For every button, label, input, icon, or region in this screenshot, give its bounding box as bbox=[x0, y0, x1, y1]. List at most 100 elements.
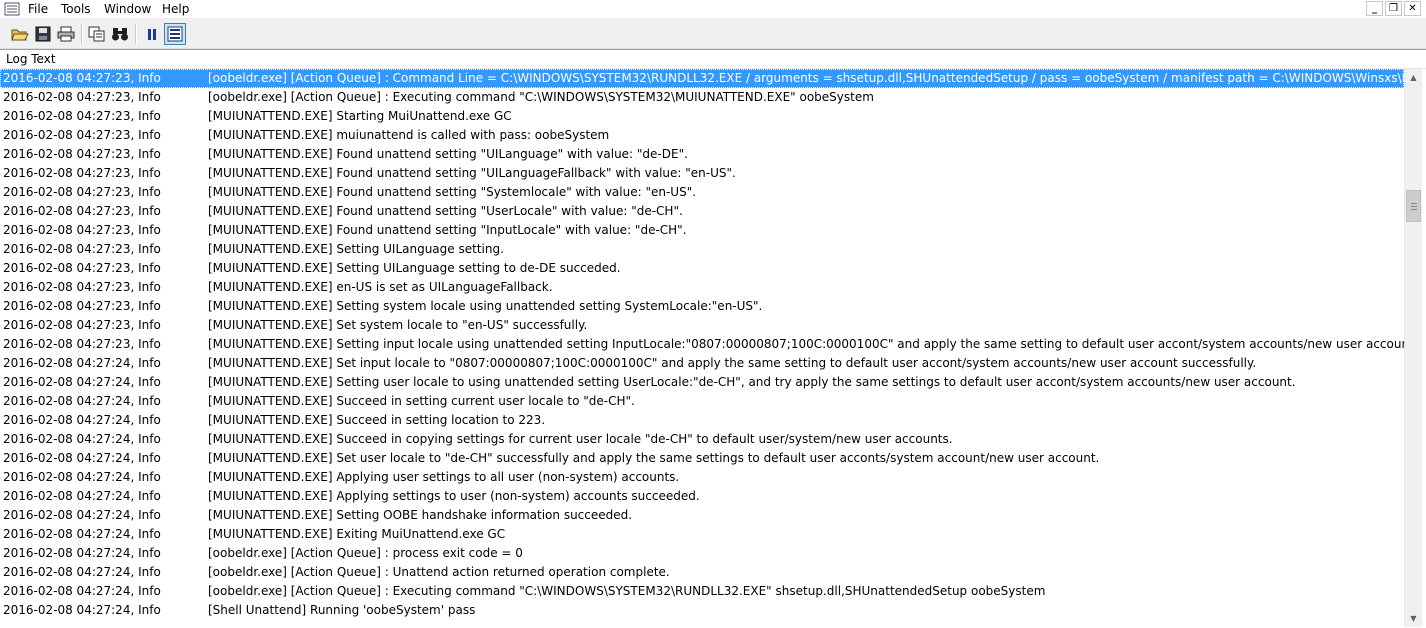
log-row-text: [MUIUNATTEND.EXE] Applying settings to u… bbox=[208, 489, 700, 503]
log-row-timestamp: 2016-02-08 04:27:24, Info bbox=[3, 356, 161, 370]
log-row-text: [oobeldr.exe] [Action Queue] : Command L… bbox=[208, 71, 1404, 85]
log-row-timestamp: 2016-02-08 04:27:24, Info bbox=[3, 546, 161, 560]
log-row-text: [oobeldr.exe] [Action Queue] : process e… bbox=[208, 546, 523, 560]
log-row[interactable]: 2016-02-08 04:27:23, Info [MUIUNATTEND.EX… bbox=[0, 145, 1404, 164]
log-row[interactable]: 2016-02-08 04:27:23, Info [oobeldr.exe] [… bbox=[0, 69, 1404, 88]
find-binoculars-icon[interactable] bbox=[109, 23, 131, 45]
log-row-text: [MUIUNATTEND.EXE] Setting OOBE handshake… bbox=[208, 508, 633, 522]
log-row[interactable]: 2016-02-08 04:27:23, Info [MUIUNATTEND.EX… bbox=[0, 259, 1404, 278]
log-row[interactable]: 2016-02-08 04:27:23, Info [MUIUNATTEND.EX… bbox=[0, 126, 1404, 145]
scrollbar-thumb[interactable] bbox=[1406, 190, 1421, 222]
log-row-timestamp: 2016-02-08 04:27:23, Info bbox=[3, 147, 161, 161]
app-log-icon bbox=[4, 2, 20, 16]
log-row-timestamp: 2016-02-08 04:27:23, Info bbox=[3, 109, 161, 123]
log-row-timestamp: 2016-02-08 04:27:24, Info bbox=[3, 584, 161, 598]
log-row[interactable]: 2016-02-08 04:27:23, Info [MUIUNATTEND.EX… bbox=[0, 316, 1404, 335]
menu-window[interactable]: Window bbox=[101, 1, 154, 17]
log-row[interactable]: 2016-02-08 04:27:24, Info [MUIUNATTEND.EX… bbox=[0, 392, 1404, 411]
log-row-text: [MUIUNATTEND.EXE] Exiting MuiUnattend.ex… bbox=[208, 527, 506, 541]
log-row[interactable]: 2016-02-08 04:27:23, Info [MUIUNATTEND.EX… bbox=[0, 335, 1404, 354]
toolbar-separator bbox=[81, 24, 83, 44]
log-row-timestamp: 2016-02-08 04:27:23, Info bbox=[3, 204, 161, 218]
log-row-timestamp: 2016-02-08 04:27:24, Info bbox=[3, 565, 161, 579]
close-button[interactable]: ✕ bbox=[1404, 1, 1421, 16]
log-row-text: [MUIUNATTEND.EXE] Succeed in copying set… bbox=[208, 432, 953, 446]
log-row[interactable]: 2016-02-08 04:27:24, Info [oobeldr.exe] [… bbox=[0, 582, 1404, 601]
log-row[interactable]: 2016-02-08 04:27:24, Info [MUIUNATTEND.EX… bbox=[0, 487, 1404, 506]
column-header-log-text[interactable]: Log Text bbox=[0, 50, 1426, 69]
log-row-text: [MUIUNATTEND.EXE] Found unattend setting… bbox=[208, 204, 683, 218]
log-row[interactable]: 2016-02-08 04:27:24, Info [MUIUNATTEND.EX… bbox=[0, 354, 1404, 373]
log-row[interactable]: 2016-02-08 04:27:23, Info [MUIUNATTEND.EX… bbox=[0, 183, 1404, 202]
log-row[interactable]: 2016-02-08 04:27:23, Info [oobeldr.exe] [… bbox=[0, 88, 1404, 107]
log-row-text: [MUIUNATTEND.EXE] Succeed in setting cur… bbox=[208, 394, 635, 408]
restore-button[interactable]: ❐ bbox=[1385, 1, 1402, 16]
open-folder-icon[interactable] bbox=[9, 23, 31, 45]
log-row-timestamp: 2016-02-08 04:27:24, Info bbox=[3, 413, 161, 427]
log-row[interactable]: 2016-02-08 04:27:24, Info [MUIUNATTEND.EX… bbox=[0, 468, 1404, 487]
log-row-timestamp: 2016-02-08 04:27:24, Info bbox=[3, 451, 161, 465]
log-row-text: [MUIUNATTEND.EXE] muiunattend is called … bbox=[208, 128, 610, 142]
log-row-timestamp: 2016-02-08 04:27:24, Info bbox=[3, 508, 161, 522]
log-row[interactable]: 2016-02-08 04:27:23, Info [MUIUNATTEND.EX… bbox=[0, 202, 1404, 221]
log-row-timestamp: 2016-02-08 04:27:23, Info bbox=[3, 242, 161, 256]
log-row-timestamp: 2016-02-08 04:27:24, Info bbox=[3, 603, 161, 617]
log-row-text: [oobeldr.exe] [Action Queue] : Executing… bbox=[208, 584, 1046, 598]
copy-icon[interactable] bbox=[86, 23, 108, 45]
log-row[interactable]: 2016-02-08 04:27:23, Info [MUIUNATTEND.EX… bbox=[0, 164, 1404, 183]
log-row-timestamp: 2016-02-08 04:27:24, Info bbox=[3, 375, 161, 389]
log-row-timestamp: 2016-02-08 04:27:23, Info bbox=[3, 261, 161, 275]
toolbar bbox=[0, 19, 1426, 49]
log-row[interactable]: 2016-02-08 04:27:24, Info [MUIUNATTEND.EX… bbox=[0, 525, 1404, 544]
log-row-text: [MUIUNATTEND.EXE] Set user locale to "de… bbox=[208, 451, 1100, 465]
log-row-text: [MUIUNATTEND.EXE] Setting user locale to… bbox=[208, 375, 1296, 389]
log-row-text: [oobeldr.exe] [Action Queue] : Unattend … bbox=[208, 565, 670, 579]
log-row[interactable]: 2016-02-08 04:27:24, Info [MUIUNATTEND.EX… bbox=[0, 506, 1404, 525]
log-view-icon[interactable] bbox=[164, 23, 186, 45]
log-row[interactable]: 2016-02-08 04:27:24, Info [oobeldr.exe] [… bbox=[0, 563, 1404, 582]
log-row-timestamp: 2016-02-08 04:27:23, Info bbox=[3, 90, 161, 104]
log-row-timestamp: 2016-02-08 04:27:23, Info bbox=[3, 166, 161, 180]
log-row[interactable]: 2016-02-08 04:27:24, Info [MUIUNATTEND.EX… bbox=[0, 373, 1404, 392]
log-row-timestamp: 2016-02-08 04:27:23, Info bbox=[3, 185, 161, 199]
menu-tools[interactable]: Tools bbox=[58, 1, 94, 17]
minimize-button[interactable]: _ bbox=[1366, 1, 1383, 16]
scroll-down-arrow-icon[interactable]: ▼ bbox=[1405, 610, 1422, 627]
scroll-up-arrow-icon[interactable]: ▲ bbox=[1405, 69, 1422, 86]
log-row[interactable]: 2016-02-08 04:27:24, Info [MUIUNATTEND.EX… bbox=[0, 411, 1404, 430]
menu-bar: File Tools Window Help _ ❐ ✕ bbox=[0, 0, 1426, 19]
log-row-text: [MUIUNATTEND.EXE] Found unattend setting… bbox=[208, 166, 736, 180]
log-row-text: [MUIUNATTEND.EXE] Set system locale to "… bbox=[208, 318, 588, 332]
log-row[interactable]: 2016-02-08 04:27:23, Info [MUIUNATTEND.EX… bbox=[0, 297, 1404, 316]
log-row-text: [MUIUNATTEND.EXE] Succeed in setting loc… bbox=[208, 413, 546, 427]
log-row[interactable]: 2016-02-08 04:27:23, Info [MUIUNATTEND.EX… bbox=[0, 240, 1404, 259]
save-icon[interactable] bbox=[32, 23, 54, 45]
log-row-timestamp: 2016-02-08 04:27:23, Info bbox=[3, 223, 161, 237]
vertical-scrollbar[interactable]: ▲ ▼ bbox=[1404, 69, 1422, 627]
log-row[interactable]: 2016-02-08 04:27:23, Info [MUIUNATTEND.EX… bbox=[0, 221, 1404, 240]
log-row-text: [oobeldr.exe] [Action Queue] : Executing… bbox=[208, 90, 874, 104]
menu-file[interactable]: File bbox=[25, 1, 51, 17]
log-row[interactable]: 2016-02-08 04:27:24, Info [oobeldr.exe] [… bbox=[0, 544, 1404, 563]
log-row[interactable]: 2016-02-08 04:27:24, Info [Shell Unattend… bbox=[0, 601, 1404, 620]
log-row-text: [MUIUNATTEND.EXE] Found unattend setting… bbox=[208, 223, 687, 237]
log-row-timestamp: 2016-02-08 04:27:23, Info bbox=[3, 128, 161, 142]
log-row-timestamp: 2016-02-08 04:27:23, Info bbox=[3, 337, 161, 351]
log-row-text: [MUIUNATTEND.EXE] Setting system locale … bbox=[208, 299, 763, 313]
log-row[interactable]: 2016-02-08 04:27:24, Info [MUIUNATTEND.EX… bbox=[0, 430, 1404, 449]
log-row-text: [Shell Unattend] Running 'oobeSystem' pa… bbox=[208, 603, 476, 617]
toolbar-separator bbox=[135, 24, 137, 44]
menu-help[interactable]: Help bbox=[159, 1, 192, 17]
log-row-timestamp: 2016-02-08 04:27:23, Info bbox=[3, 318, 161, 332]
log-row[interactable]: 2016-02-08 04:27:24, Info [MUIUNATTEND.EX… bbox=[0, 449, 1404, 468]
log-row-text: [MUIUNATTEND.EXE] Setting UILanguage set… bbox=[208, 261, 621, 275]
log-list[interactable]: Log Text 2016-02-08 04:27:23, Info [oobel… bbox=[0, 49, 1426, 628]
log-row-text: [MUIUNATTEND.EXE] en-US is set as UILang… bbox=[208, 280, 553, 294]
log-row-timestamp: 2016-02-08 04:27:23, Info bbox=[3, 299, 161, 313]
print-icon[interactable] bbox=[55, 23, 77, 45]
log-row-text: [MUIUNATTEND.EXE] Found unattend setting… bbox=[208, 185, 697, 199]
log-row-text: [MUIUNATTEND.EXE] Starting MuiUnattend.e… bbox=[208, 109, 512, 123]
log-row[interactable]: 2016-02-08 04:27:23, Info [MUIUNATTEND.EX… bbox=[0, 107, 1404, 126]
pause-icon[interactable] bbox=[141, 23, 163, 45]
log-row[interactable]: 2016-02-08 04:27:23, Info [MUIUNATTEND.EX… bbox=[0, 278, 1404, 297]
